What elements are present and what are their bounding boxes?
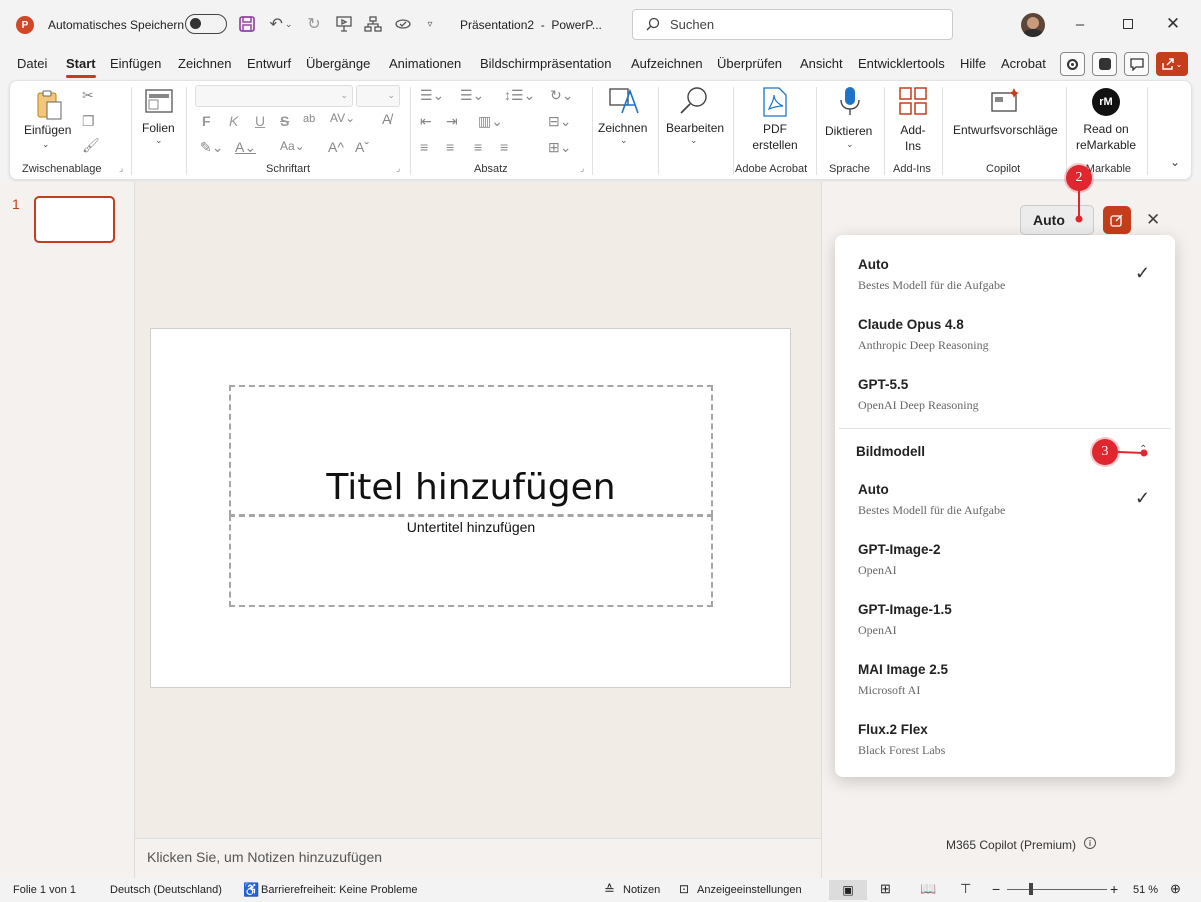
annotation-badge-2: 2 xyxy=(1066,165,1092,191)
slide-sorter-icon[interactable]: ⊞ xyxy=(880,881,891,897)
fit-to-window-icon[interactable]: ⊕ xyxy=(1170,881,1181,897)
zoom-in-icon[interactable]: + xyxy=(1110,881,1118,897)
status-bar: Folie 1 von 1 Deutsch (Deutschland) ♿ Ba… xyxy=(0,878,1201,902)
language[interactable]: Deutsch (Deutschland) xyxy=(110,884,222,896)
accessibility-icon: ♿ xyxy=(243,882,260,897)
reading-view-icon[interactable]: 📖 xyxy=(920,881,936,897)
zoom-slider[interactable] xyxy=(1007,883,1107,895)
notes-button[interactable]: Notizen xyxy=(623,884,660,896)
annotation-connectors xyxy=(1075,190,1148,457)
display-settings-icon: ⊡ xyxy=(679,882,690,896)
notes-icon: ≙ xyxy=(604,882,615,897)
zoom-slider-thumb[interactable] xyxy=(1029,883,1033,895)
zoom-level[interactable]: 51 % xyxy=(1133,884,1158,896)
slideshow-icon[interactable]: ⊤ xyxy=(960,881,971,897)
slide-count: Folie 1 von 1 xyxy=(13,884,76,896)
zoom-out-icon[interactable]: − xyxy=(992,881,1000,897)
display-settings-button[interactable]: Anzeigeeinstellungen xyxy=(697,884,802,896)
accessibility-status[interactable]: Barrierefreiheit: Keine Probleme xyxy=(261,884,418,896)
annotation-badge-3: 3 xyxy=(1092,439,1118,465)
normal-view-icon[interactable]: ▣ xyxy=(829,880,867,900)
